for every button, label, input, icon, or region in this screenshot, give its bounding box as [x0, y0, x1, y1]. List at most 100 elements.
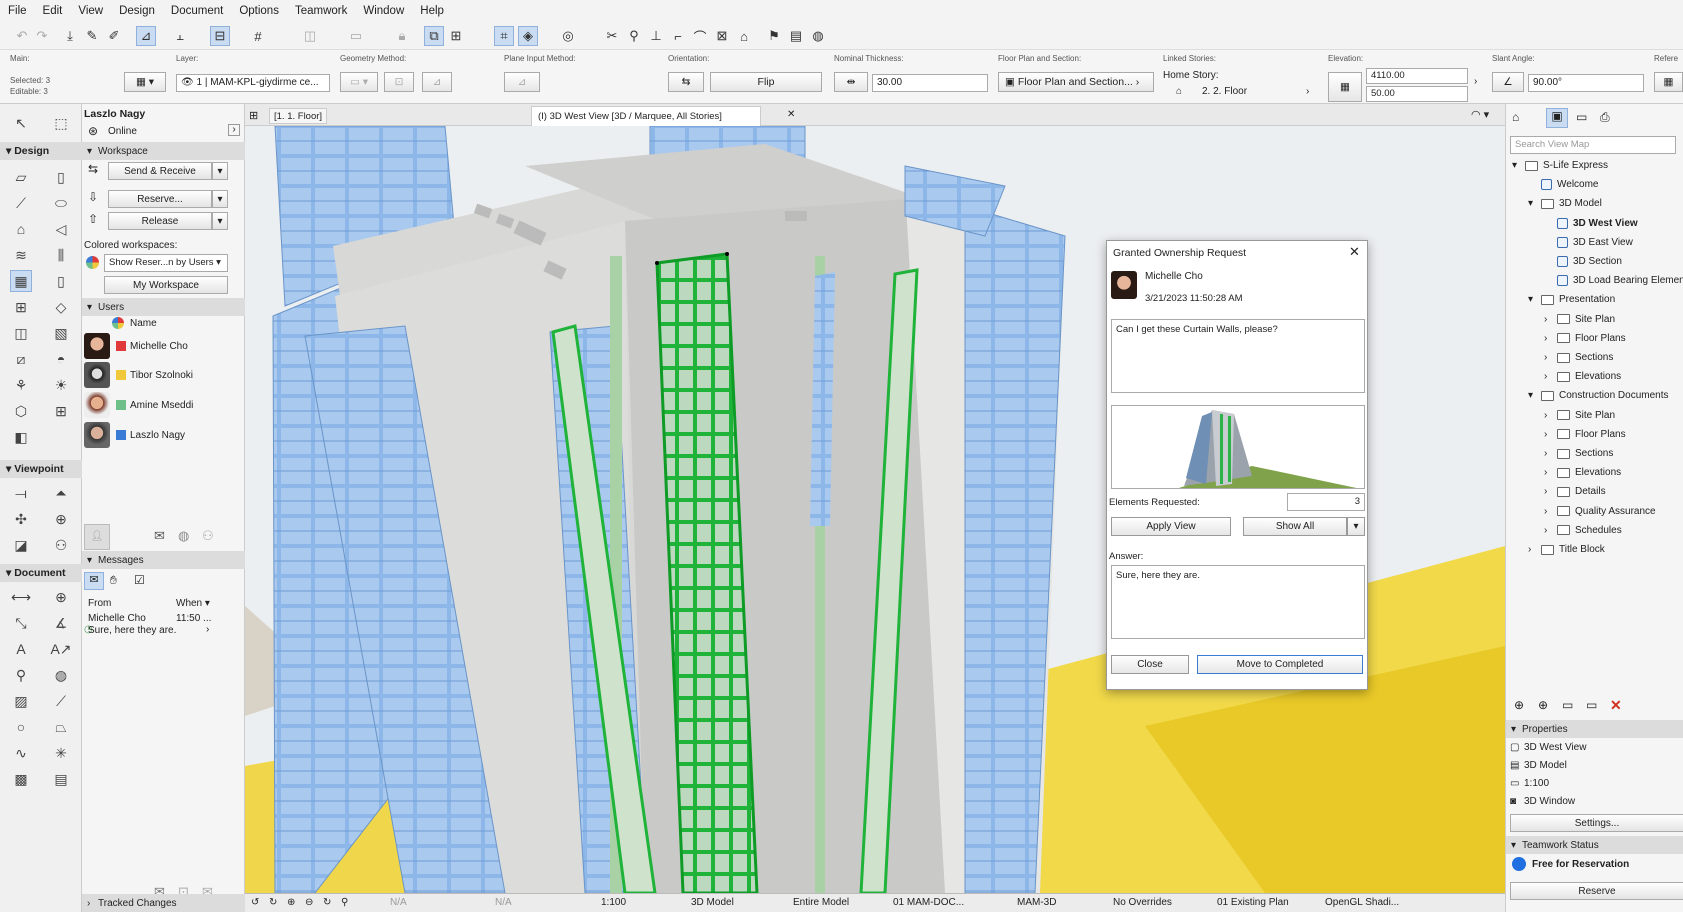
view-map-item[interactable]: › Sections	[1544, 352, 1613, 363]
collapsed-chevron-icon[interactable]: ›	[1544, 429, 1552, 440]
release-button[interactable]: Release	[108, 212, 212, 230]
wall-tool-icon[interactable]: ▱	[10, 166, 32, 188]
home-story-arrow-icon[interactable]: ›	[1306, 86, 1309, 97]
settings-button[interactable]: Settings...	[1510, 814, 1683, 832]
reference-icon[interactable]: ▦	[1654, 72, 1683, 92]
opening-tool-icon[interactable]: ◧	[10, 426, 32, 448]
orientation-icon[interactable]: ⇆	[668, 72, 704, 92]
curve-icon[interactable]: ⌒	[690, 26, 710, 46]
messages-section-header[interactable]: ▾ Messages	[82, 551, 245, 569]
elevation-input-bottom[interactable]: 50.00	[1366, 86, 1468, 102]
angle-dimension-tool-icon[interactable]: ∡	[50, 612, 72, 634]
level-dimension-tool-icon[interactable]: ⊕	[50, 586, 72, 608]
users-section-header[interactable]: ▾ Users	[82, 298, 245, 316]
from-column-header[interactable]: From	[88, 598, 111, 609]
show-all-button[interactable]: Show All	[1243, 517, 1347, 536]
pick-up-icon[interactable]: ⤓	[60, 26, 80, 46]
elevation-arrow-icon[interactable]: ›	[1474, 76, 1477, 87]
collapsed-chevron-icon[interactable]: ›	[1544, 352, 1552, 363]
radial-dimension-tool-icon[interactable]: ⤡	[10, 612, 32, 634]
save-view-icon[interactable]: ⊕	[1514, 698, 1524, 712]
group-icon[interactable]: ⊞	[446, 26, 466, 46]
view-map-item[interactable]: › Title Block	[1528, 544, 1605, 555]
detail-tool-icon[interactable]: ◪	[10, 534, 32, 556]
view-map-item[interactable]: ▾ S-Life Express	[1512, 160, 1608, 171]
morph-tool-icon[interactable]: ⚘	[10, 374, 32, 396]
element-type-button[interactable]: ▦ ▾	[124, 72, 166, 92]
answer-input[interactable]: Sure, here they are.	[1111, 565, 1365, 639]
camera-tool-icon[interactable]: ⚇	[50, 534, 72, 556]
expanded-chevron-icon[interactable]: ▾	[1512, 160, 1520, 171]
3d-window-icon[interactable]: ◈	[518, 26, 538, 46]
renovation-filter[interactable]: 01 Existing Plan	[1217, 897, 1289, 908]
marquee-tool-icon[interactable]: ⬚	[50, 112, 72, 134]
menu-help[interactable]: Help	[420, 5, 444, 17]
undo-view-icon[interactable]: ↺	[251, 897, 259, 908]
collapsed-chevron-icon[interactable]: ›	[1544, 314, 1552, 325]
grid-tool-icon[interactable]: ⊞	[50, 400, 72, 422]
tab-floor-plan[interactable]: [1. 1. Floor]	[269, 108, 328, 124]
gravity-icon[interactable]: ⊟	[210, 26, 230, 46]
view-map-item[interactable]: ▾ Presentation	[1528, 294, 1615, 305]
view-map-item[interactable]: › Elevations	[1544, 467, 1621, 478]
plane-input-button[interactable]: ⊿	[504, 72, 540, 92]
close-button[interactable]: Close	[1111, 655, 1189, 674]
collapsed-chevron-icon[interactable]: ›	[1544, 467, 1552, 478]
when-column-header[interactable]: When ▾	[176, 598, 210, 609]
layout-book-icon[interactable]: ▭	[1576, 110, 1587, 124]
geometry-method-2-button[interactable]: ⊡	[384, 72, 414, 92]
walk-icon[interactable]: ⚲	[341, 897, 348, 908]
polyline-tool-icon[interactable]: ⏢	[50, 716, 72, 738]
collapsed-chevron-icon[interactable]: ›	[1544, 333, 1552, 344]
viewpoint-section-header[interactable]: ▾ Viewpoint	[0, 460, 82, 478]
view-map-item[interactable]: ▾ Construction Documents	[1528, 390, 1669, 401]
undo-icon[interactable]: ↶	[12, 26, 32, 46]
change-tool-icon[interactable]: ◍	[50, 664, 72, 686]
redo-icon[interactable]: ↷	[32, 26, 52, 46]
geometry-method-3-button[interactable]: ⊿	[422, 72, 452, 92]
mesh-tool-icon[interactable]: ◓	[50, 348, 72, 370]
elevation-input-top[interactable]: 4110.00	[1366, 68, 1468, 84]
workspace-section-header[interactable]: ▾ Workspace	[82, 142, 245, 160]
dialog-close-icon[interactable]: ✕	[1349, 244, 1360, 260]
menu-view[interactable]: View	[78, 5, 103, 17]
move-to-completed-button[interactable]: Move to Completed	[1197, 655, 1363, 674]
new-folder-icon[interactable]: ▭	[1562, 698, 1573, 712]
magic-wand-icon[interactable]: ⊿	[136, 26, 156, 46]
text-tool-icon[interactable]: A	[10, 638, 32, 660]
expanded-chevron-icon[interactable]: ▾	[1528, 198, 1536, 209]
window-tool-icon[interactable]: ⊞	[10, 296, 32, 318]
project-map-icon[interactable]: ⌂	[1512, 110, 1519, 124]
expanded-chevron-icon[interactable]: ▾	[1528, 390, 1536, 401]
section-tool-icon[interactable]: ⟞	[10, 482, 32, 504]
delete-icon[interactable]: ✕	[1610, 697, 1622, 714]
menu-teamwork[interactable]: Teamwork	[295, 5, 347, 17]
collapsed-chevron-icon[interactable]: ›	[1544, 506, 1552, 517]
my-workspace-button[interactable]: My Workspace	[104, 276, 228, 294]
table-icon[interactable]: ▤	[786, 26, 806, 46]
publisher-icon[interactable]: ⎙	[1600, 110, 1610, 125]
roof-icon[interactable]: ⌂	[734, 26, 754, 46]
menu-edit[interactable]: Edit	[43, 5, 63, 17]
user-name[interactable]: Tibor Szolnoki	[130, 370, 193, 381]
colored-workspaces-select[interactable]: Show Reser...n by Users ▾	[104, 254, 228, 272]
slant-angle-input[interactable]: 90.00°	[1528, 74, 1644, 92]
trim-icon[interactable]: ⊠	[712, 26, 732, 46]
dimension-standard[interactable]: 01 MAM-DOC...	[893, 897, 964, 908]
worksheet-tool-icon[interactable]: ⊕	[50, 508, 72, 530]
roof-tool-icon[interactable]: ⌂	[10, 218, 32, 240]
home-story-value[interactable]: 2. 2. Floor	[1202, 86, 1247, 97]
view-map-item[interactable]: ▾ 3D Model	[1528, 198, 1602, 209]
reserve-dropdown[interactable]: ▾	[212, 190, 228, 208]
label-tool-icon[interactable]: A↗	[50, 638, 72, 660]
message-text[interactable]: Sure, here they are.	[88, 625, 176, 636]
colors-icon[interactable]: ◍	[178, 528, 189, 544]
layer-field[interactable]: 👁︎ 1 | MAM-KPL-giydirme ce...	[176, 74, 330, 92]
graphic-overrides[interactable]: No Overrides	[1113, 897, 1172, 908]
user-name[interactable]: Amine Mseddi	[130, 400, 193, 411]
search-view-map-input[interactable]: Search View Map	[1510, 136, 1676, 154]
circle-tool-icon[interactable]: ○	[10, 716, 32, 738]
menu-options[interactable]: Options	[239, 5, 279, 17]
floor-plan-section-button[interactable]: ▣ Floor Plan and Section... ›	[998, 72, 1154, 92]
zoom-out-icon[interactable]: ⊖	[305, 897, 313, 908]
